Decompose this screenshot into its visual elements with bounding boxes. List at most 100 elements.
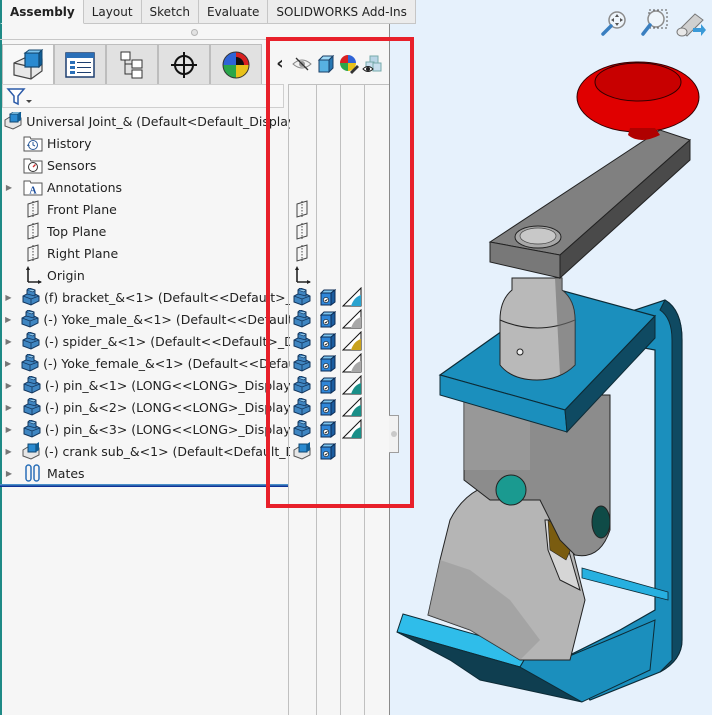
display-mode-cell[interactable] bbox=[318, 375, 338, 395]
display-mode-cell[interactable] bbox=[318, 397, 338, 417]
part-icon bbox=[21, 288, 41, 306]
appearance-cell[interactable] bbox=[342, 353, 362, 373]
divider bbox=[0, 39, 390, 40]
tab-dimxpertmanager[interactable] bbox=[158, 44, 210, 84]
tree-item-right[interactable]: Right Plane bbox=[0, 242, 290, 264]
hide-show-cell[interactable] bbox=[292, 419, 312, 439]
hide-show-cell[interactable] bbox=[292, 375, 312, 395]
panel-grip[interactable] bbox=[191, 29, 198, 36]
tree-item-label: Origin bbox=[47, 267, 85, 283]
transparency-icon[interactable] bbox=[362, 54, 382, 74]
hide-show-cell[interactable] bbox=[292, 441, 312, 461]
tree-item-label: (-) pin_&<3> (LONG<<LONG>_Display St bbox=[44, 421, 290, 437]
expand-arrow-icon[interactable]: ▶ bbox=[4, 293, 13, 302]
display-mode-cell[interactable] bbox=[318, 419, 338, 439]
hide-show-cell[interactable] bbox=[292, 309, 312, 329]
tree-item-front[interactable]: Front Plane bbox=[0, 198, 290, 220]
command-manager-tabs: Assembly Layout Sketch Evaluate SOLIDWORKS A… bbox=[0, 0, 416, 24]
tab-layout[interactable]: Layout bbox=[83, 0, 142, 24]
appearance-icon[interactable] bbox=[339, 54, 359, 74]
shaded-with-edges-icon bbox=[320, 442, 336, 460]
tab-sketch[interactable]: Sketch bbox=[141, 0, 199, 24]
hide-show-cell[interactable] bbox=[292, 331, 312, 351]
appearance-cell[interactable] bbox=[342, 397, 362, 417]
appearance-swatch-icon bbox=[342, 287, 362, 307]
tree-item-pin[interactable]: ▶ (-) pin_&<3> (LONG<<LONG>_Display St bbox=[0, 418, 290, 440]
expand-arrow-icon[interactable]: ▶ bbox=[4, 183, 14, 192]
appearance-cell[interactable] bbox=[342, 375, 362, 395]
tree-filter[interactable] bbox=[2, 84, 284, 108]
tree-item-crank[interactable]: ▶ (-) crank sub_&<1> (Default<Default_Dis… bbox=[0, 440, 290, 462]
shaded-with-edges-icon bbox=[320, 420, 336, 438]
tree-item-sensors[interactable]: Sensors bbox=[0, 154, 290, 176]
tree-item-origin[interactable]: Origin bbox=[0, 264, 290, 286]
featuremanager-tree-icon bbox=[13, 48, 44, 80]
tree-item-pin[interactable]: ▶ (-) pin_&<2> (LONG<<LONG>_Display St bbox=[0, 396, 290, 418]
tab-configurationmanager[interactable] bbox=[106, 44, 158, 84]
configurationmanager-icon bbox=[120, 51, 143, 78]
tree-item-label: (-) pin_&<1> (LONG<<LONG>_Display St bbox=[44, 377, 290, 393]
tree-item-pin[interactable]: ▶ (-) pin_&<1> (LONG<<LONG>_Display St bbox=[0, 374, 290, 396]
appearance-cell[interactable] bbox=[342, 309, 362, 329]
tree-item-yoke-male[interactable]: ▶ (-) Yoke_male_&<1> (Default<<Default>_D… bbox=[0, 308, 290, 330]
display-mode-cell[interactable] bbox=[318, 441, 338, 461]
feature-tree: Universal Joint_& (Default<Default_Displ… bbox=[0, 110, 290, 484]
tree-root[interactable]: Universal Joint_& (Default<Default_Displ… bbox=[0, 110, 290, 132]
display-mode-cell[interactable] bbox=[318, 331, 338, 351]
expand-arrow-icon[interactable]: ▶ bbox=[4, 337, 13, 346]
display-mode-cell[interactable] bbox=[318, 353, 338, 373]
tree-item-top[interactable]: Top Plane bbox=[0, 220, 290, 242]
part-icon bbox=[21, 420, 42, 438]
hide-show-cell[interactable] bbox=[292, 265, 312, 285]
tab-propertymanager[interactable] bbox=[54, 44, 106, 84]
tree-item-label: Annotations bbox=[47, 179, 123, 195]
hide-show-cell[interactable] bbox=[292, 287, 312, 307]
display-mode-icon[interactable] bbox=[316, 54, 336, 74]
tree-item-label: Mates bbox=[47, 465, 85, 481]
appearance-cell[interactable] bbox=[342, 331, 362, 351]
display-mode-cell[interactable] bbox=[318, 309, 338, 329]
hide-show-cell[interactable] bbox=[292, 243, 312, 263]
tab-featuremanager[interactable] bbox=[2, 44, 54, 84]
annotations-folder-icon: A bbox=[22, 178, 44, 196]
tree-item-yoke-female[interactable]: ▶ (-) Yoke_female_&<1> (Default<<Default>… bbox=[0, 352, 290, 374]
tree-item-spider[interactable]: ▶ (-) spider_&<1> (Default<<Default>_Disp bbox=[0, 330, 290, 352]
expand-arrow-icon[interactable]: ▶ bbox=[4, 447, 13, 456]
tree-item-bracket[interactable]: ▶ (f) bracket_&<1> (Default<<Default>_Dis… bbox=[0, 286, 290, 308]
hide-show-icon[interactable] bbox=[292, 54, 312, 74]
hide-show-cell[interactable] bbox=[292, 221, 312, 241]
shaded-with-edges-icon bbox=[320, 376, 336, 394]
tab-displaymanager[interactable] bbox=[210, 44, 262, 84]
pin bbox=[495, 474, 527, 506]
appearance-cell[interactable] bbox=[342, 287, 362, 307]
expand-arrow-icon[interactable]: ▶ bbox=[4, 315, 12, 324]
display-pane bbox=[288, 84, 390, 715]
hide-show-cell[interactable] bbox=[292, 199, 312, 219]
tree-item-history[interactable]: History bbox=[0, 132, 290, 154]
tree-item-label: (-) Yoke_male_&<1> (Default<<Default>_Di… bbox=[43, 311, 290, 327]
expand-arrow-icon[interactable]: ▶ bbox=[4, 403, 13, 412]
expand-arrow-icon[interactable]: ▶ bbox=[4, 425, 13, 434]
history-folder-icon bbox=[22, 134, 44, 152]
tree-item-annotations[interactable]: ▶ A Annotations bbox=[0, 176, 290, 198]
plane-icon bbox=[22, 200, 44, 218]
appearance-cell[interactable] bbox=[342, 419, 362, 439]
tab-assembly[interactable]: Assembly bbox=[0, 0, 84, 24]
expand-arrow-icon[interactable]: ▶ bbox=[4, 359, 12, 368]
expand-arrow-icon[interactable]: ▶ bbox=[4, 381, 13, 390]
expand-arrow-icon[interactable]: ▶ bbox=[4, 469, 14, 478]
tree-item-label: (-) pin_&<2> (LONG<<LONG>_Display St bbox=[44, 399, 290, 415]
tree-item-label: (f) bracket_&<1> (Default<<Default>_Disp bbox=[43, 289, 290, 305]
hide-show-cell[interactable] bbox=[292, 353, 312, 373]
display-mode-cell[interactable] bbox=[318, 287, 338, 307]
hide-show-cell[interactable] bbox=[292, 397, 312, 417]
filter-icon bbox=[6, 88, 32, 106]
rollback-bar[interactable] bbox=[0, 484, 288, 487]
tree-item-mates[interactable]: ▶ Mates bbox=[0, 462, 290, 484]
tree-root-label: Universal Joint_& (Default<Default_Displ… bbox=[26, 113, 290, 129]
propertymanager-icon bbox=[65, 51, 95, 78]
graphics-area[interactable] bbox=[391, 0, 712, 715]
collapse-display-pane-button[interactable]: ‹ bbox=[272, 55, 288, 73]
plane-icon bbox=[22, 244, 44, 262]
tab-evaluate[interactable]: Evaluate bbox=[198, 0, 269, 24]
